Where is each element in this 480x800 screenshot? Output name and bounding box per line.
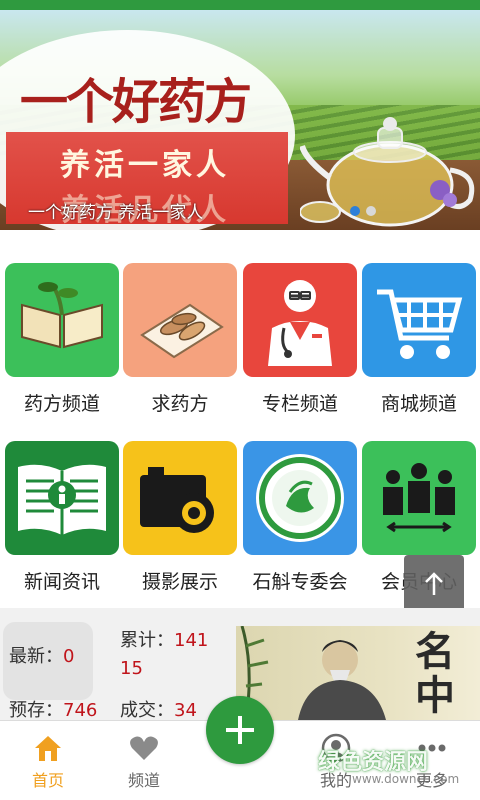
stat-total-label: 累计： (120, 630, 174, 651)
famous-doctor-banner[interactable]: 名中 (236, 626, 480, 720)
stat-reserve: 预存：746 (9, 696, 97, 722)
home-icon (8, 731, 88, 765)
banner-carousel[interactable]: 一个好药方 养活一家人 养活几代人 一个好药方 养活一家人 (0, 10, 480, 230)
tab-home-label: 首页 (31, 771, 64, 790)
stat-total: 累计：141 (120, 626, 208, 652)
stat-total-wrap: 15 (120, 658, 143, 679)
stat-latest-value: 0 (63, 646, 75, 667)
watermark-url: www.downcc.com (352, 772, 460, 786)
stat-total-value-line2: 15 (120, 658, 143, 679)
grid-item-label: 摄影展示 (141, 571, 218, 593)
grid-item-dendrobium-committee[interactable]: 石斛专委会 (243, 441, 357, 594)
grid-item-label: 新闻资讯 (23, 571, 100, 593)
grid-item-label: 专栏频道 (261, 393, 338, 415)
banner-slogan-1: 养活一家人 (60, 148, 230, 183)
famous-doctor-title: 名中 (415, 628, 455, 719)
herbal-slices-icon (123, 263, 237, 377)
plus-icon (226, 716, 254, 744)
banner-caption: 一个好药方 养活一家人 (28, 203, 204, 223)
tab-channel-label: 频道 (127, 771, 160, 790)
grid-item-mall-channel[interactable]: 商城频道 (362, 263, 476, 416)
grid-item-label: 求药方 (151, 393, 209, 415)
stat-reserve-value: 746 (63, 700, 98, 721)
stat-latest-label: 最新： (9, 646, 63, 667)
grid-item-news[interactable]: 新闻资讯 (5, 441, 119, 594)
camera-icon (123, 441, 237, 555)
stat-deal-label: 成交： (120, 700, 174, 721)
members-icon (362, 441, 476, 555)
herb-book-icon (5, 263, 119, 377)
news-book-icon (5, 441, 119, 555)
stat-deal: 成交：34 (120, 696, 197, 722)
doctor-icon (243, 263, 357, 377)
add-button[interactable] (206, 696, 274, 764)
carousel-dot[interactable] (366, 206, 376, 216)
grid-item-label: 商城频道 (380, 393, 457, 415)
stat-total-value-line1: 141 (174, 630, 209, 651)
shopping-cart-icon (362, 263, 476, 377)
site-watermark: 绿色资源网 www.downcc.com (318, 742, 478, 792)
grid-item-label: 药方频道 (23, 393, 100, 415)
teapot-icon (300, 117, 475, 227)
carousel-dot-active[interactable] (350, 206, 360, 216)
heart-icon (104, 731, 184, 765)
back-to-top-button[interactable] (404, 555, 464, 613)
carousel-indicator (350, 206, 376, 216)
status-bar (0, 0, 480, 10)
grid-item-column-channel[interactable]: 专栏频道 (243, 263, 357, 416)
committee-badge-icon (243, 441, 357, 555)
grid-item-photography[interactable]: 摄影展示 (123, 441, 237, 594)
tab-home[interactable]: 首页 (8, 731, 88, 791)
stat-deal-value: 34 (174, 700, 197, 721)
stat-reserve-label: 预存： (9, 700, 63, 721)
grid-item-request-prescription[interactable]: 求药方 (123, 263, 237, 416)
banner-title: 一个好药方 (20, 74, 252, 130)
grid-item-prescription-channel[interactable]: 药方频道 (5, 263, 119, 416)
grid-item-label: 石斛专委会 (252, 571, 348, 593)
tab-channel[interactable]: 频道 (104, 731, 184, 791)
stat-latest: 最新：0 (9, 642, 74, 668)
arrow-up-icon (425, 572, 443, 595)
